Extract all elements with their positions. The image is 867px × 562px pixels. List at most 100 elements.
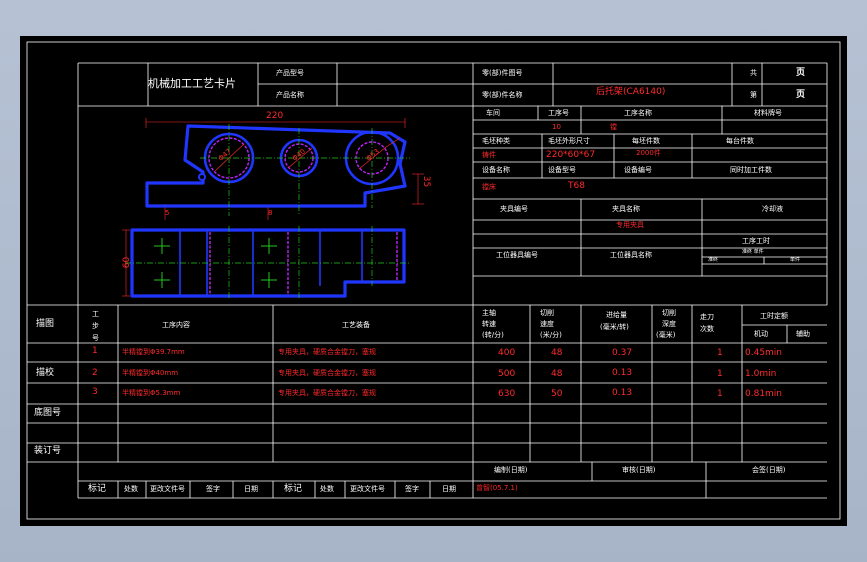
- col-spindle-0: 主轴: [482, 309, 496, 317]
- table-grid: [26, 41, 841, 520]
- signature-label: 签字: [206, 485, 220, 493]
- part-name-label: 零(部)件名称: [482, 91, 523, 99]
- sign-label: 会签(日期): [752, 466, 786, 474]
- part-no-label: 零(部)件图号: [482, 69, 523, 77]
- equip-model-label: 设备型号: [548, 166, 576, 174]
- col-depth-1: 深度: [662, 320, 676, 328]
- row-no: 3: [92, 387, 98, 397]
- time-quota-b: 单件: [790, 257, 801, 263]
- left-label-1: 描校: [36, 368, 55, 378]
- col-aux: 辅助: [796, 330, 810, 338]
- doc-no-label-2: 更改文件号: [350, 485, 385, 493]
- sheet-label: 第: [750, 91, 757, 99]
- station-name-label: 工位器具名称: [610, 251, 652, 259]
- row-time: 0.45min: [745, 348, 783, 358]
- op-name-label: 工序名称: [624, 109, 652, 117]
- compile-label: 编制(日期): [494, 466, 528, 474]
- row-content: 半精镗到Φ39.7mm: [122, 348, 185, 356]
- product-name-label: 产品名称: [276, 91, 304, 99]
- col-passes-1: 次数: [700, 325, 714, 333]
- row-rpm: 630: [498, 389, 516, 399]
- col-equip: 工艺装备: [342, 321, 370, 329]
- material-label: 材料牌号: [754, 109, 782, 117]
- dim-left: 5: [165, 209, 170, 217]
- row-time: 0.81min: [745, 389, 783, 399]
- doc-no-label: 更改文件号: [150, 485, 185, 493]
- mark-label: 标记: [88, 484, 107, 494]
- left-label-3: 装订号: [34, 446, 62, 456]
- equip-name-label: 设备名称: [482, 166, 510, 174]
- time-quota-a: 准终: [708, 257, 719, 263]
- row-feed: 0.13: [612, 368, 633, 378]
- left-label-2: 底图号: [34, 408, 62, 418]
- row-no: 2: [92, 368, 98, 378]
- page-label: 页: [796, 68, 806, 78]
- row-passes: 1: [717, 369, 723, 379]
- fixture-name-label: 夹具名称: [612, 205, 640, 213]
- workshop-label: 车间: [486, 109, 500, 117]
- col-time: 工时定额: [760, 312, 788, 320]
- row-rpm: 500: [498, 369, 516, 379]
- op-name-value: 镗: [610, 123, 617, 131]
- equip-name-value: 镗床: [482, 183, 496, 191]
- date-label: 日期: [244, 485, 258, 493]
- time-quota-label: 工序工时: [742, 237, 770, 245]
- blank-count-label: 每坯件数: [632, 137, 660, 145]
- col-spindle-2: (转/分): [482, 331, 504, 339]
- row-feed: 0.37: [612, 348, 633, 358]
- row-time: 1.0min: [745, 369, 777, 379]
- row-content: 半精镗到Φ5.3mm: [122, 389, 181, 397]
- time-quota-sub: 准终 单件: [742, 249, 764, 255]
- dim-width: 60: [122, 256, 133, 269]
- col-depth-2: (毫米): [656, 331, 676, 339]
- op-no-label: 工序号: [548, 109, 569, 117]
- compiler-value: 曾智(05.7.1): [476, 484, 518, 492]
- row-passes: 1: [717, 348, 723, 358]
- mark-label-2: 标记: [284, 484, 303, 494]
- count-label-2: 处数: [320, 485, 334, 493]
- per-unit-label: 每台件数: [726, 137, 754, 145]
- simultaneous-label: 同时加工件数: [730, 166, 772, 174]
- col-machine: 机动: [754, 330, 768, 338]
- row-rpm: 400: [498, 348, 516, 358]
- row-feed: 0.13: [612, 388, 633, 398]
- row-speed: 50: [551, 389, 563, 399]
- row-speed: 48: [551, 348, 563, 358]
- col-feed-1: (毫米/转): [600, 323, 629, 331]
- part-front-view: [122, 226, 410, 300]
- product-model-label: 产品型号: [276, 69, 304, 77]
- signature-label-2: 签字: [405, 485, 419, 493]
- date-label-2: 日期: [442, 485, 456, 493]
- equip-model-value: T68: [568, 181, 585, 191]
- blank-size-label: 毛坯外形尺寸: [548, 137, 590, 145]
- equip-no-label: 设备编号: [624, 166, 652, 174]
- row-content: 半精镗到Φ40mm: [122, 369, 179, 377]
- count-label: 处数: [124, 485, 138, 493]
- station-no-label: 工位器具编号: [496, 251, 538, 259]
- dim-height: 35: [421, 175, 432, 188]
- left-label-0: 描图: [36, 319, 55, 329]
- blank-size-value: 220*60*67: [546, 150, 596, 160]
- fixture-no-label: 夹具编号: [500, 205, 528, 213]
- dim-mid: 8: [268, 209, 273, 217]
- col-speed-0: 切削: [540, 309, 554, 317]
- part-top-view: [145, 118, 424, 220]
- row-equip: 专用夹具，硬质合金镗刀，塞规: [278, 389, 376, 397]
- total-pages-label: 共: [750, 69, 757, 77]
- sheet-page-label: 页: [796, 90, 806, 100]
- col-passes-0: 走刀: [700, 313, 714, 321]
- col-speed-2: (米/分): [540, 331, 562, 339]
- col-speed-1: 速度: [540, 320, 554, 328]
- row-equip: 专用夹具，硬质合金镗刀，塞规: [278, 369, 376, 377]
- col-content: 工序内容: [162, 321, 190, 329]
- col-step: 工步号: [92, 310, 99, 342]
- op-no-value: 10: [552, 123, 561, 131]
- row-equip: 专用夹具，硬质合金镗刀，塞规: [278, 348, 376, 356]
- review-label: 审核(日期): [622, 466, 656, 474]
- blank-count-value: 2000件: [636, 149, 661, 157]
- drawing-sheet: 220 35 60 5 8 Φ47 Φ40 Φ53 机械加工工艺卡片 产品型号 …: [20, 36, 847, 526]
- blank-type-label: 毛坯种类: [482, 137, 510, 145]
- dim-length: 220: [266, 111, 284, 121]
- row-passes: 1: [717, 389, 723, 399]
- blank-type-value: 铸件: [482, 151, 496, 159]
